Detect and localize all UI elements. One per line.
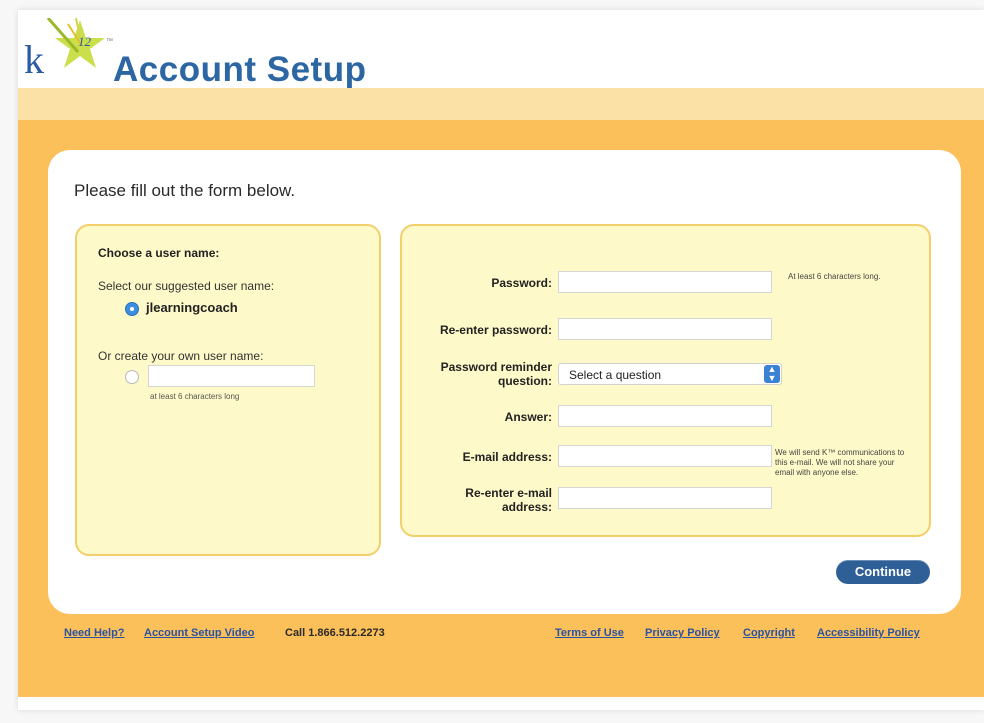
accessibility-policy-link[interactable]: Accessibility Policy [817,627,920,639]
privacy-policy-link[interactable]: Privacy Policy [645,627,720,639]
reenter-password-label: Re-enter password: [439,323,552,337]
page-title: Account Setup [113,50,367,89]
own-username-hint: at least 6 characters long [150,392,240,401]
reminder-question-label-line2: question: [498,374,552,388]
select-arrows-icon: ▲ ▼ [764,365,780,383]
suggested-username-value[interactable]: jlearningcoach [146,300,238,315]
answer-label: Answer: [504,410,552,424]
svg-text:12: 12 [78,34,92,49]
own-username-radio[interactable] [125,370,139,384]
logo-letter-k: k [24,37,44,82]
password-field[interactable] [558,271,772,293]
reenter-email-field[interactable] [558,487,772,509]
password-label: Password: [491,276,552,290]
form-intro: Please fill out the form below. [74,181,296,200]
email-label: E-mail address: [462,450,552,464]
reenter-email-label-line2: address: [501,500,552,514]
reenter-email-label-line1: Re-enter e-mail [465,486,552,500]
reminder-question-label-line1: Password reminder [440,360,552,374]
need-help-link[interactable]: Need Help? [64,627,125,639]
reenter-password-field[interactable] [558,318,772,340]
header-band [18,88,984,120]
email-hint: We will send K™ communications to this e… [775,448,905,477]
account-setup-video-link[interactable]: Account Setup Video [144,627,254,639]
support-phone: Call 1.866.512.2273 [285,627,385,639]
header: 12 k ™ Account Setup [0,0,966,89]
suggested-username-label: Select our suggested user name: [98,279,275,293]
username-panel [75,224,381,556]
own-username-input[interactable] [148,365,315,387]
k12-logo: 12 k ™ [20,18,115,83]
reminder-question-select[interactable]: Select a question ▲ ▼ [558,363,782,385]
copyright-link[interactable]: Copyright [743,627,795,639]
suggested-username-radio[interactable] [125,302,139,316]
terms-of-use-link[interactable]: Terms of Use [555,627,624,639]
email-field[interactable] [558,445,772,467]
continue-button[interactable]: Continue [836,560,930,584]
password-hint: At least 6 characters long. [788,272,881,281]
username-heading: Choose a user name: [98,246,220,260]
reminder-question-selected: Select a question [569,368,662,382]
answer-field[interactable] [558,405,772,427]
own-username-label: Or create your own user name: [98,349,264,363]
logo-trademark: ™ [106,38,113,45]
